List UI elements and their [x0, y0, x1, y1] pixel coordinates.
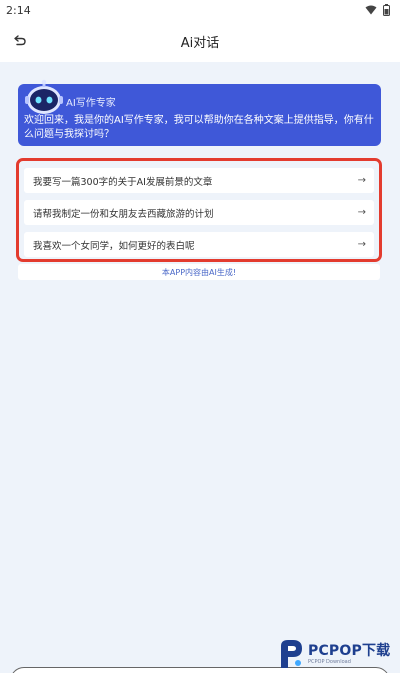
status-bar: 2:14 [0, 0, 400, 20]
suggestion-item-confession[interactable]: 我喜欢一个女同学，如何更好的表白呢 → [24, 232, 374, 257]
chat-content: AI写作专家 欢迎回来，我是你的AI写作专家，我可以帮助你在各种文案上提供指导，… [0, 62, 400, 673]
page-title: Ai对话 [180, 35, 220, 51]
robot-avatar-icon [25, 79, 63, 114]
arrow-right-icon: → [357, 207, 366, 218]
welcome-title: AI写作专家 [66, 98, 116, 109]
suggestion-item-travel-plan[interactable]: 请帮我制定一份和女朋友去西藏旅游的计划 → [24, 200, 374, 225]
back-button[interactable] [8, 28, 32, 52]
app-header: Ai对话 [0, 20, 400, 62]
suggestion-text: 我喜欢一个女同学，如何更好的表白呢 [33, 240, 195, 252]
status-time: 2:14 [6, 3, 31, 17]
suggestion-text: 我要写一篇300字的关于AI发展前景的文章 [33, 176, 213, 188]
watermark-text: PCPOP下载 [308, 643, 391, 659]
welcome-message: 欢迎回来，我是你的AI写作专家，我可以帮助你在各种文案上提供指导，你有什么问题与… [24, 115, 374, 140]
suggestion-item-article[interactable]: 我要写一篇300字的关于AI发展前景的文章 → [24, 168, 374, 193]
arrow-right-icon: → [357, 175, 366, 186]
watermark-subtext: PCPOP Download [308, 659, 351, 665]
status-icons [365, 4, 390, 16]
suggestion-text: 请帮我制定一份和女朋友去西藏旅游的计划 [33, 208, 214, 220]
battery-icon [383, 4, 390, 16]
watermark: PCPOP下载 PCPOP Download [277, 637, 400, 671]
wifi-icon [365, 5, 377, 15]
ai-disclaimer: 本APP内容由AI生成! [18, 264, 380, 280]
back-arrow-icon [14, 35, 26, 46]
welcome-card: AI写作专家 欢迎回来，我是你的AI写作专家，我可以帮助你在各种文案上提供指导，… [18, 79, 381, 146]
arrow-right-icon: → [357, 239, 366, 250]
pcpop-logo-icon [281, 640, 302, 668]
